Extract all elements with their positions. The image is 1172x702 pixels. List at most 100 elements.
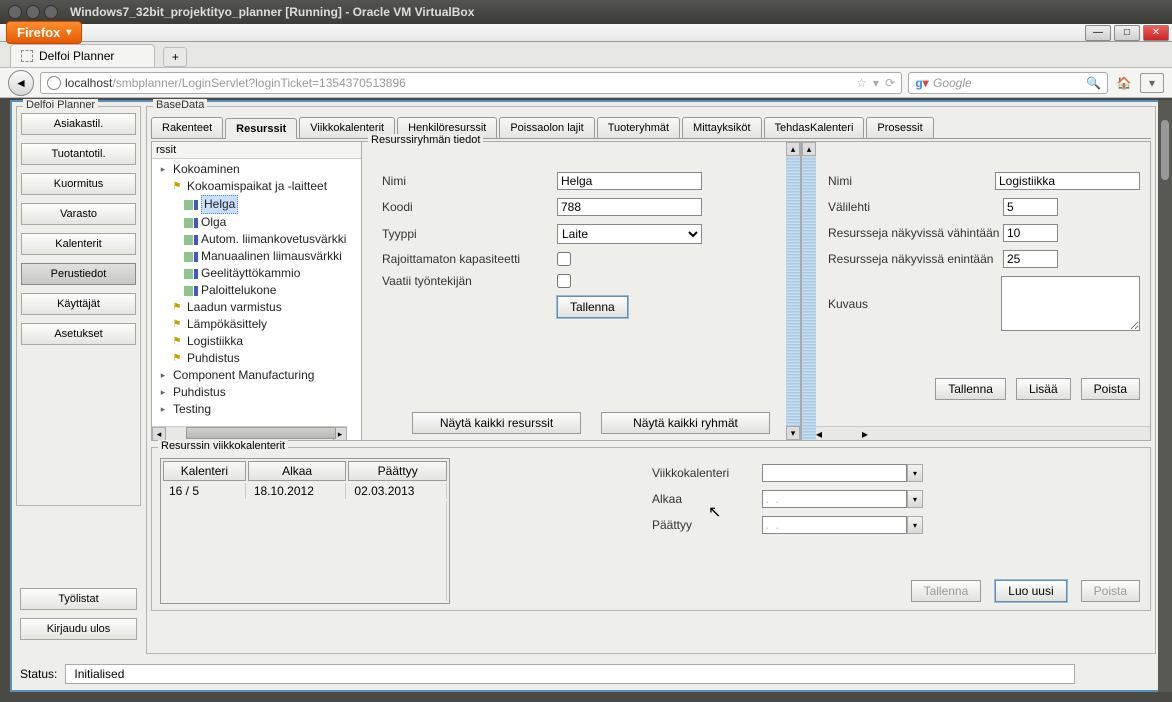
tree-node[interactable]: Logistiikka bbox=[156, 333, 361, 350]
nav-asetukset[interactable]: Asetukset bbox=[21, 323, 136, 345]
nav-perustiedot[interactable]: Perustiedot bbox=[21, 263, 136, 285]
group-hscroll[interactable]: ◂ ▸ bbox=[816, 426, 1150, 440]
group-vstripe[interactable]: ▴ bbox=[802, 142, 816, 440]
tree-node[interactable]: Kokoaminen bbox=[156, 161, 361, 178]
nav-tuotantotil.[interactable]: Tuotantotil. bbox=[21, 143, 136, 165]
save-resource-button[interactable]: Tallenna bbox=[557, 296, 628, 318]
nav-varasto[interactable]: Varasto bbox=[21, 203, 136, 225]
dropdown-icon[interactable]: ▾ bbox=[873, 76, 879, 90]
tree-hscroll[interactable]: ◂ ▸ bbox=[152, 426, 347, 440]
cal-col-0[interactable]: Kalenteri bbox=[163, 461, 246, 481]
machine-ico-icon bbox=[170, 302, 184, 314]
input-koodi[interactable] bbox=[557, 198, 702, 216]
tree-node[interactable]: Autom. liimankovetusvärkki bbox=[156, 231, 361, 248]
show-all-groups-button[interactable]: Näytä kaikki ryhmät bbox=[601, 412, 770, 434]
scroll-down-icon[interactable]: ▾ bbox=[786, 426, 800, 440]
input-end[interactable] bbox=[762, 516, 907, 534]
tree-node[interactable]: Olga bbox=[156, 214, 361, 231]
new-tab-button[interactable]: + bbox=[163, 47, 187, 67]
home-icon[interactable]: 🏠 bbox=[1114, 73, 1134, 93]
input-start[interactable] bbox=[762, 490, 907, 508]
window-min-icon[interactable] bbox=[26, 5, 40, 19]
reload-icon[interactable]: ⟳ bbox=[885, 76, 895, 90]
cal-col-1[interactable]: Alkaa bbox=[248, 461, 347, 481]
label-group-desc: Kuvaus bbox=[828, 297, 1001, 311]
nav-työlistat[interactable]: Työlistat bbox=[20, 588, 137, 610]
tab-resurssit[interactable]: Resurssit bbox=[225, 118, 297, 139]
nav-kuormitus[interactable]: Kuormitus bbox=[21, 173, 136, 195]
input-nimi[interactable] bbox=[557, 172, 702, 190]
tree-node[interactable]: Manuaalinen liimausvärkki bbox=[156, 248, 361, 265]
input-group-nimi[interactable] bbox=[995, 172, 1140, 190]
scroll-up-icon[interactable]: ▴ bbox=[786, 142, 800, 156]
back-button[interactable]: ◄ bbox=[8, 70, 34, 96]
tree-node[interactable]: Testing bbox=[156, 401, 361, 418]
checkbox-needs-worker[interactable] bbox=[557, 274, 571, 288]
scroll-right-icon[interactable]: ▸ bbox=[862, 427, 868, 440]
tree-node[interactable]: Geelitäyttökammio bbox=[156, 265, 361, 282]
checkbox-unlimited[interactable] bbox=[557, 252, 571, 266]
group-delete-button[interactable]: Poista bbox=[1081, 378, 1140, 400]
show-all-resources-button[interactable]: Näytä kaikki resurssit bbox=[412, 412, 581, 434]
select-tyyppi[interactable]: Laite bbox=[557, 224, 702, 244]
group-save-button[interactable]: Tallenna bbox=[935, 378, 1006, 400]
search-bar[interactable]: g▾ Google 🔍 bbox=[908, 72, 1108, 94]
cal-new-button[interactable]: Luo uusi bbox=[995, 580, 1066, 602]
tab-rakenteet[interactable]: Rakenteet bbox=[151, 117, 223, 138]
tree-node[interactable]: Component Manufacturing bbox=[156, 367, 361, 384]
tab-tehdaskalenteri[interactable]: TehdasKalenteri bbox=[764, 117, 865, 138]
url-bar[interactable]: localhost/smbplanner/LoginServlet?loginT… bbox=[40, 72, 902, 94]
select-weekcal[interactable] bbox=[762, 464, 907, 482]
bookmark-star-icon[interactable]: ☆ bbox=[856, 76, 867, 90]
search-icon[interactable]: 🔍 bbox=[1086, 76, 1101, 90]
search-placeholder: Google bbox=[933, 76, 972, 90]
minimize-icon[interactable]: — bbox=[1085, 25, 1111, 41]
calendar-table[interactable]: Kalenteri Alkaa Päättyy 16 / 5 18.10.201… bbox=[160, 458, 450, 604]
dropdown-icon[interactable]: ▾ bbox=[907, 516, 923, 534]
scroll-left-icon[interactable]: ◂ bbox=[152, 427, 166, 441]
nav-kalenterit[interactable]: Kalenterit bbox=[21, 233, 136, 255]
tree-node[interactable]: Paloittelukone bbox=[156, 282, 361, 299]
status-bar: Status: Initialised bbox=[16, 662, 1156, 686]
form-vscroll[interactable]: ▴ ▾ bbox=[786, 142, 800, 440]
dropdown-icon[interactable]: ▾ bbox=[907, 464, 923, 482]
tree-node[interactable]: Kokoamispaikat ja -laitteet bbox=[156, 178, 361, 195]
folder-ico-icon bbox=[156, 387, 170, 399]
nav-käyttäjät[interactable]: Käyttäjät bbox=[21, 293, 136, 315]
tree-node[interactable]: Lämpökäsittely bbox=[156, 316, 361, 333]
resource-icon bbox=[184, 234, 198, 246]
maximize-icon[interactable]: □ bbox=[1114, 25, 1140, 41]
nav-asiakastil.[interactable]: Asiakastil. bbox=[21, 113, 136, 135]
input-group-tab[interactable] bbox=[1003, 198, 1058, 216]
scroll-up-icon[interactable]: ▴ bbox=[802, 142, 816, 156]
calendar-title: Resurssin viikkokalenterit bbox=[158, 440, 288, 452]
resource-tree[interactable]: rssit KokoaminenKokoamispaikat ja -laitt… bbox=[151, 141, 361, 441]
tree-node[interactable]: Puhdistus bbox=[156, 350, 361, 367]
window-max-icon[interactable] bbox=[44, 5, 58, 19]
cal-col-2[interactable]: Päättyy bbox=[348, 461, 447, 481]
window-title: Windows7_32bit_projektityo_planner [Runn… bbox=[70, 5, 474, 19]
table-row[interactable]: 16 / 5 18.10.2012 02.03.2013 bbox=[163, 483, 447, 499]
window-close-icon[interactable] bbox=[8, 5, 22, 19]
bookmarks-icon[interactable]: ▾ bbox=[1140, 73, 1164, 93]
resource-icon bbox=[184, 285, 198, 297]
firefox-menu-button[interactable]: Firefox bbox=[6, 21, 82, 44]
folder-ico-icon bbox=[156, 404, 170, 416]
input-group-min[interactable] bbox=[1003, 224, 1058, 242]
tab-mittayksiköt[interactable]: Mittayksiköt bbox=[682, 117, 761, 138]
browser-tab[interactable]: Delfoi Planner bbox=[10, 44, 155, 67]
close-icon[interactable]: ✕ bbox=[1143, 25, 1169, 41]
tree-node[interactable]: Puhdistus bbox=[156, 384, 361, 401]
tab-poissaolon lajit[interactable]: Poissaolon lajit bbox=[499, 117, 594, 138]
tree-node[interactable]: Laadun varmistus bbox=[156, 299, 361, 316]
dropdown-icon[interactable]: ▾ bbox=[907, 490, 923, 508]
tab-prosessit[interactable]: Prosessit bbox=[866, 117, 933, 138]
tab-tuoteryhmät[interactable]: Tuoteryhmät bbox=[597, 117, 680, 138]
textarea-group-desc[interactable] bbox=[1001, 276, 1140, 331]
nav-kirjaudu-ulos[interactable]: Kirjaudu ulos bbox=[20, 618, 137, 640]
input-group-max[interactable] bbox=[1003, 250, 1058, 268]
os-scrollbar[interactable] bbox=[1158, 100, 1172, 692]
machine-ico-icon bbox=[170, 181, 184, 193]
tree-node[interactable]: Helga bbox=[156, 195, 361, 214]
group-add-button[interactable]: Lisää bbox=[1016, 378, 1071, 400]
